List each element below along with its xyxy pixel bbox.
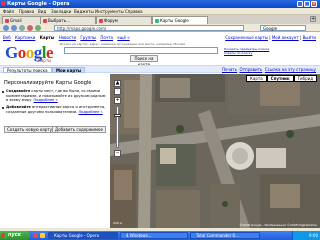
pan-center-icon[interactable]: · xyxy=(114,88,121,95)
map-view[interactable]: Карта Спутник Гибрид ▲ · + − 200 м ©2008 G… xyxy=(110,74,320,228)
stop-icon[interactable] xyxy=(27,25,33,31)
zoom-slider-thumb[interactable] xyxy=(114,114,121,117)
panel-bullet-add: Добавляйте интерактивные карты и инструм… xyxy=(6,105,106,114)
menu-widgets[interactable]: Виджеты xyxy=(74,9,94,14)
logo-subtitle: Карты xyxy=(38,58,52,63)
panel-bullet-create: Создавайте карты мест, где вы были, со с… xyxy=(6,89,106,103)
nav-groups[interactable]: Группы xyxy=(80,35,96,40)
menu-help[interactable]: Справка xyxy=(125,9,143,14)
menu-bookmarks[interactable]: Закладки xyxy=(51,9,71,14)
bullet-icon xyxy=(2,91,4,93)
tab-forum[interactable]: Форум xyxy=(96,16,152,24)
tab-search-results[interactable]: Результаты поиска xyxy=(3,67,52,73)
map-search-input[interactable] xyxy=(64,47,218,54)
new-tab-button[interactable]: + xyxy=(310,16,316,22)
folder-quicklaunch-icon[interactable] xyxy=(40,233,45,238)
map-type-hybrid[interactable]: Гибрид xyxy=(293,75,317,82)
nav-mail[interactable]: Почта xyxy=(100,35,113,40)
pan-up-icon[interactable]: ▲ xyxy=(114,80,121,87)
system-tray: 9:00 xyxy=(292,231,320,240)
google-nav: Веб Картинки Карты Новости Группы Почта … xyxy=(3,35,133,40)
tab-label: Gmail xyxy=(10,18,22,23)
tab-label: Выбрать... xyxy=(48,18,70,23)
bullet-icon xyxy=(2,107,4,109)
map-type-selector: Карта Спутник Гибрид xyxy=(246,75,317,82)
forward-icon[interactable] xyxy=(11,25,17,31)
more-link[interactable]: Подробнее » xyxy=(34,98,58,102)
maximize-button[interactable]: □ xyxy=(304,1,310,7)
tab-label: Карты Google xyxy=(160,18,189,23)
more-link[interactable]: Подробнее » xyxy=(78,110,102,114)
window-title: Карты Google - Opera xyxy=(7,1,70,7)
nav-more[interactable]: ещё » xyxy=(117,35,129,40)
taskbar-windows[interactable]: 4 Windows... xyxy=(120,232,188,239)
send-link[interactable]: Отправить xyxy=(240,67,263,72)
opera-quicklaunch-icon[interactable] xyxy=(33,233,38,238)
print-link[interactable]: Печать xyxy=(222,67,237,72)
menu-file[interactable]: Файл xyxy=(3,9,14,14)
my-account-link[interactable]: Мой аккаунт xyxy=(272,35,299,40)
menu-bar: Файл Правка Вид Закладки Виджеты Инструм… xyxy=(0,8,320,15)
map-copyright: ©2008 Google - Изображения ©2008 Digital… xyxy=(239,223,317,227)
search-tips-link[interactable]: Советы по поиску xyxy=(224,51,269,55)
map-type-satellite[interactable]: Спутник xyxy=(266,75,294,82)
menu-edit[interactable]: Правка xyxy=(19,9,34,14)
tab-label: Форум xyxy=(104,18,118,23)
panel-title: Персонализируйте Карты Google xyxy=(4,80,92,86)
minimize-button[interactable]: _ xyxy=(297,1,303,7)
link-to-page[interactable]: Ссылка на эту страницу xyxy=(265,67,316,72)
map-type-map[interactable]: Карта xyxy=(246,75,267,82)
zoom-control: ▲ · + − xyxy=(112,80,124,160)
nav-images[interactable]: Картинки xyxy=(15,35,35,40)
tab-favicon-icon xyxy=(5,19,9,23)
opera-icon xyxy=(1,1,6,6)
taskbar: пуск Карты Google - Opera 4 Windows... T… xyxy=(0,231,320,240)
address-input[interactable]: http://maps.google.com/ xyxy=(54,25,244,31)
zoom-slider[interactable] xyxy=(116,106,119,148)
home-icon[interactable] xyxy=(35,25,41,31)
add-content-button[interactable]: Добавить содержимое xyxy=(52,126,106,133)
browser-search-input[interactable]: Google xyxy=(260,25,306,31)
nav-web[interactable]: Веб xyxy=(3,35,11,40)
account-links: Сохраненные карты | Мой аккаунт | Выйти xyxy=(225,35,316,40)
subheader-bar: Результаты поиска Мои карты Печать Отпра… xyxy=(0,65,320,73)
clock: 9:00 xyxy=(309,233,318,238)
zoom-in-button[interactable]: + xyxy=(114,97,121,104)
menu-tools[interactable]: Инструменты xyxy=(95,9,124,14)
tab-bar: Gmail Выбрать... Форум Карты Google + xyxy=(0,15,320,24)
sign-out-link[interactable]: Выйти xyxy=(303,35,316,40)
nav-news[interactable]: Новости xyxy=(59,35,76,40)
menu-view[interactable]: Вид xyxy=(38,9,46,14)
reload-icon[interactable] xyxy=(19,25,25,31)
window-titlebar: Карты Google - Opera _ □ × xyxy=(0,0,320,8)
tab-select[interactable]: Выбрать... xyxy=(40,16,96,24)
create-map-button[interactable]: Создать новую карту xyxy=(4,126,56,133)
page-content: Веб Картинки Карты Новости Группы Почта … xyxy=(0,33,320,228)
zoom-out-button[interactable]: − xyxy=(114,150,121,157)
tab-google-maps[interactable]: Карты Google xyxy=(152,16,208,24)
address-toolbar: http://maps.google.com/ Google xyxy=(0,24,320,32)
taskbar-total-commander[interactable]: Total Commander 6... xyxy=(190,232,260,239)
tab-favicon-icon xyxy=(155,19,159,23)
saved-maps-link[interactable]: Сохраненные карты xyxy=(225,35,268,40)
tab-favicon-icon xyxy=(43,19,47,23)
tab-favicon-icon xyxy=(99,19,103,23)
map-search-button[interactable]: Поиск на карте xyxy=(130,55,158,67)
map-links: Печать Отправить Ссылка на эту страницу xyxy=(222,67,316,72)
map-scale: 200 м xyxy=(113,221,122,225)
bullet-bold: Добавляйте xyxy=(6,105,31,109)
search-hint: Искать на картах: адрес, название органи… xyxy=(60,42,186,46)
nav-maps: Карты xyxy=(39,35,55,40)
close-button[interactable]: × xyxy=(311,1,317,7)
tab-my-maps[interactable]: Мои карты xyxy=(52,67,86,73)
back-icon[interactable] xyxy=(3,25,9,31)
search-options: Показать параметры поиска Советы по поис… xyxy=(224,47,269,55)
satellite-imagery xyxy=(110,74,320,228)
side-panel: Персонализируйте Карты Google Создавайте… xyxy=(0,74,110,228)
taskbar-opera[interactable]: Карты Google - Opera xyxy=(48,232,118,239)
start-button[interactable]: пуск xyxy=(0,231,30,240)
bullet-bold: Создавайте xyxy=(6,89,31,93)
